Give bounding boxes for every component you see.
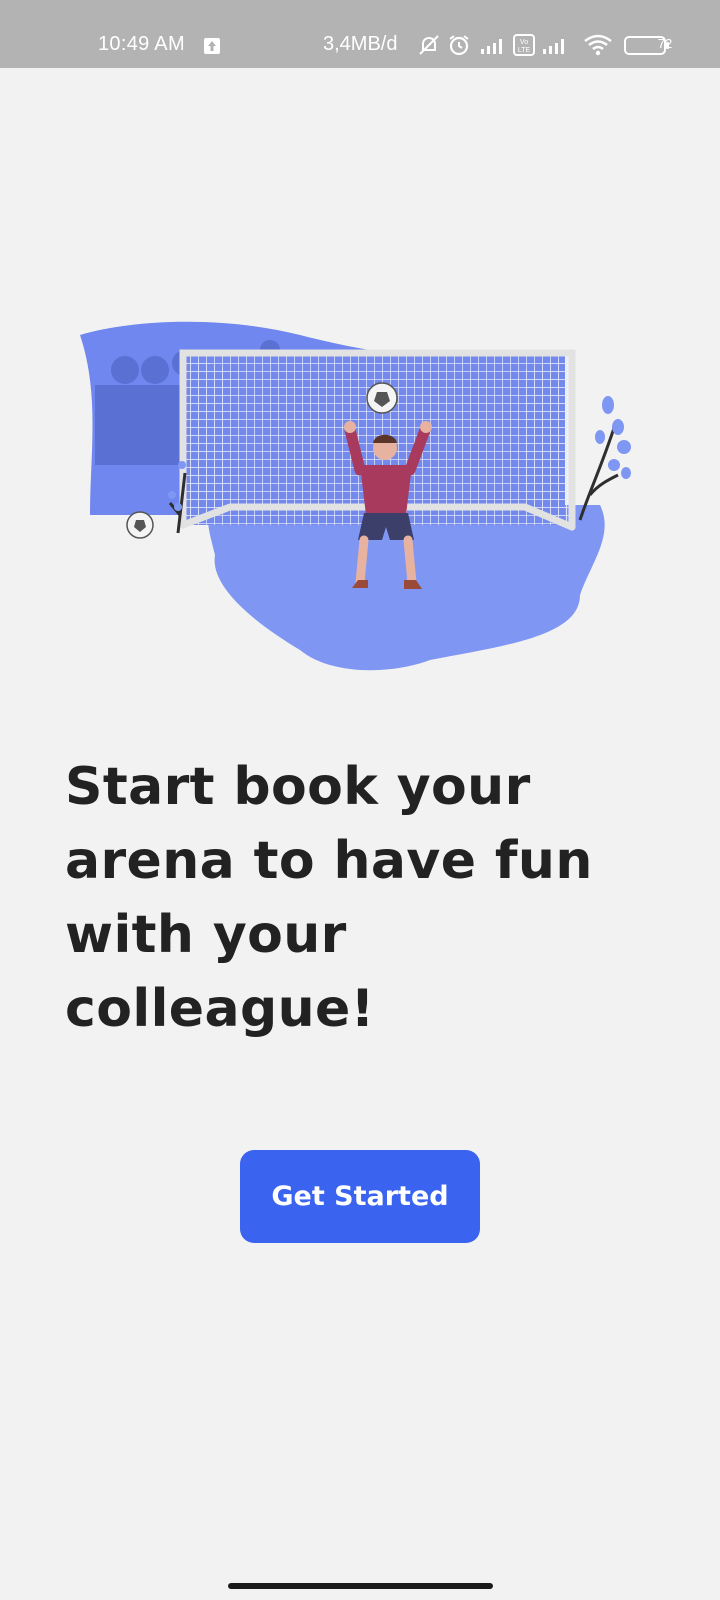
network-speed: 3,4MB/d [323, 33, 398, 55]
status-icons: Vo LTE 72 [417, 33, 687, 57]
status-bar: 10:49 AM 3,4MB/d Vo LTE 72 [0, 0, 720, 68]
goalkeeper-illustration [80, 321, 631, 671]
soccer-ball [366, 382, 398, 414]
svg-text:Vo: Vo [520, 39, 528, 46]
get-started-button[interactable]: Get Started [240, 1150, 480, 1243]
svg-text:LTE: LTE [518, 47, 531, 54]
volte-icon: Vo LTE [513, 34, 535, 56]
upload-icon [204, 38, 220, 54]
alarm-icon [449, 35, 469, 56]
status-time: 10:49 AM [98, 33, 185, 55]
signal-icon [481, 39, 502, 54]
onboarding-headline: Start book your arena to have fun with y… [65, 757, 593, 1039]
wifi-icon [584, 34, 612, 56]
gesture-nav-handle[interactable] [228, 1583, 493, 1589]
silent-icon [419, 35, 439, 55]
soccer-ball [126, 511, 154, 539]
signal-icon [543, 39, 564, 54]
battery-level: 72 [657, 36, 673, 51]
